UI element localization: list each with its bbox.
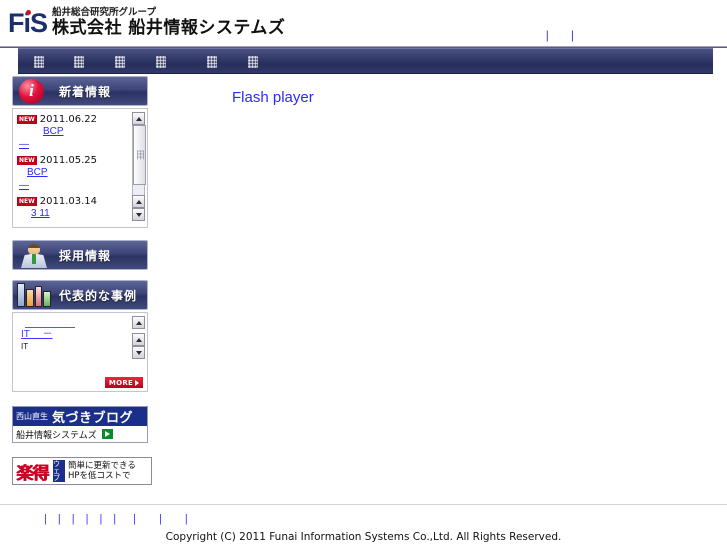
main-navigation xyxy=(18,48,713,74)
news-link-sub[interactable]: ― xyxy=(17,179,41,192)
news-scrollbar[interactable] xyxy=(132,112,146,221)
broken-image-icon xyxy=(34,55,44,68)
news-item: NEW 2011.06.22 BCP ― xyxy=(17,113,125,151)
site-footer: | | | | | | | | | Copyright (C) 2011 Fun… xyxy=(0,504,727,545)
case-panel-header: 代表的な事例 xyxy=(12,280,148,310)
news-date: 2011.05.25 xyxy=(39,154,98,166)
news-item: NEW 2011.05.25 BCP ― xyxy=(17,154,125,192)
blog-title: 気づきブログ xyxy=(52,411,134,426)
footer-separator-1: | xyxy=(44,513,47,525)
new-badge: NEW xyxy=(17,196,37,206)
fis-logo-mark: FiS xyxy=(8,8,48,38)
main-content: Flash player xyxy=(232,74,727,106)
new-badge: NEW xyxy=(17,155,37,165)
footer-separator-7: | xyxy=(133,513,137,525)
rakutoku-banner[interactable]: 楽得 ウェブ 簡単に更新できる HPを低コストで xyxy=(12,457,152,485)
sidebar: i 新着情報 NEW 2011.06.22 BCP ― NEW 2011.05.… xyxy=(12,76,152,485)
scroll-up-button-2[interactable] xyxy=(132,333,145,346)
case-panel-body: IT － IT MORE xyxy=(12,312,148,392)
broken-image-icon xyxy=(115,55,125,68)
case-panel-title: 代表的な事例 xyxy=(59,288,138,303)
nav-item-4[interactable] xyxy=(156,55,166,68)
broken-image-icon xyxy=(248,55,258,68)
news-item: NEW 2011.03.14 3 11 xyxy=(17,195,125,220)
chevron-right-icon xyxy=(135,379,140,386)
page-root: FiS 船井総合研究所グループ 株式会社 船井情報システムズ | | i 新着情… xyxy=(0,0,727,545)
scroll-up-button[interactable] xyxy=(132,112,145,125)
news-link[interactable]: BCP xyxy=(17,166,125,179)
info-circle-icon: i xyxy=(17,78,49,104)
news-link[interactable]: 3 11 xyxy=(17,207,125,220)
news-link-sub[interactable]: ― xyxy=(17,138,41,151)
rakutoku-line-2: HPを低コストで xyxy=(68,471,131,481)
utility-links: | | xyxy=(535,28,585,42)
blog-banner[interactable]: 西山直生 気づきブログ 船井情報システムズ xyxy=(12,406,148,443)
scroll-track[interactable] xyxy=(132,125,146,195)
rakutoku-line-1: 簡単に更新できる xyxy=(68,461,136,471)
nav-item-5[interactable] xyxy=(207,55,217,68)
case-scrollbar[interactable] xyxy=(132,316,145,359)
businessman-icon xyxy=(17,242,51,268)
content-area: i 新着情報 NEW 2011.06.22 BCP ― NEW 2011.05.… xyxy=(0,74,727,504)
news-panel-body: NEW 2011.06.22 BCP ― NEW 2011.05.25 BCP … xyxy=(12,108,148,228)
rakutoku-mark: 楽得 xyxy=(16,463,49,484)
logo-red-dot xyxy=(26,10,31,15)
news-date: 2011.03.14 xyxy=(39,195,98,207)
broken-image-icon xyxy=(207,55,217,68)
nav-item-3[interactable] xyxy=(115,55,125,68)
company-group-name: 船井総合研究所グループ xyxy=(52,7,156,18)
footer-separator-4: | xyxy=(85,513,89,525)
broken-image-icon xyxy=(74,55,84,68)
rakutoku-web-tag: ウェブ xyxy=(53,460,65,482)
footer-separator-2: | xyxy=(57,513,61,525)
rakutoku-text: 簡単に更新できる HPを低コストで xyxy=(68,461,136,481)
footer-separator-8: | xyxy=(159,513,162,525)
news-panel-header: i 新着情報 xyxy=(12,76,148,106)
scroll-up-button[interactable] xyxy=(132,316,145,329)
news-date: 2011.06.22 xyxy=(39,113,98,125)
blog-subtitle: 船井情報システムズ xyxy=(16,430,97,441)
site-header: FiS 船井総合研究所グループ 株式会社 船井情報システムズ | | xyxy=(0,0,727,48)
footer-separator-6: | xyxy=(113,513,117,525)
nav-item-2[interactable] xyxy=(74,55,84,68)
case-note: IT xyxy=(21,342,29,351)
nav-item-6[interactable] xyxy=(248,55,258,68)
scroll-up-button-2[interactable] xyxy=(132,195,145,208)
blog-author: 西山直生 xyxy=(16,412,48,421)
new-badge: NEW xyxy=(17,114,37,124)
site-logo[interactable]: FiS 船井総合研究所グループ 株式会社 船井情報システムズ xyxy=(8,4,285,39)
company-name: 株式会社 船井情報システムズ xyxy=(52,18,286,38)
scroll-thumb[interactable] xyxy=(133,125,146,185)
footer-separator-3: | xyxy=(71,513,75,525)
nav-item-1[interactable] xyxy=(34,55,44,68)
footer-links: | | | | | | | | | xyxy=(44,513,188,525)
more-button[interactable]: MORE xyxy=(105,377,143,388)
more-button-label: MORE xyxy=(108,378,134,387)
recruit-panel-title: 採用情報 xyxy=(59,248,112,263)
bar-chart-icon xyxy=(17,283,51,307)
news-link[interactable]: BCP xyxy=(17,125,125,138)
footer-separator-9: | xyxy=(184,513,188,525)
broken-image-icon xyxy=(156,55,166,68)
utility-separator-2: | xyxy=(570,28,574,42)
footer-separator-5: | xyxy=(99,513,103,525)
case-link-2[interactable]: IT － xyxy=(21,328,119,342)
play-arrow-icon xyxy=(101,429,113,439)
scroll-down-button[interactable] xyxy=(132,208,145,221)
flash-player-placeholder: Flash player xyxy=(232,89,314,106)
case-link-1[interactable] xyxy=(25,319,75,328)
copyright-text: Copyright (C) 2011 Funai Information Sys… xyxy=(165,531,562,543)
news-panel-title: 新着情報 xyxy=(59,84,112,99)
scroll-down-button[interactable] xyxy=(132,346,145,359)
recruit-panel-header[interactable]: 採用情報 xyxy=(12,240,148,270)
utility-separator-1: | xyxy=(545,28,549,42)
